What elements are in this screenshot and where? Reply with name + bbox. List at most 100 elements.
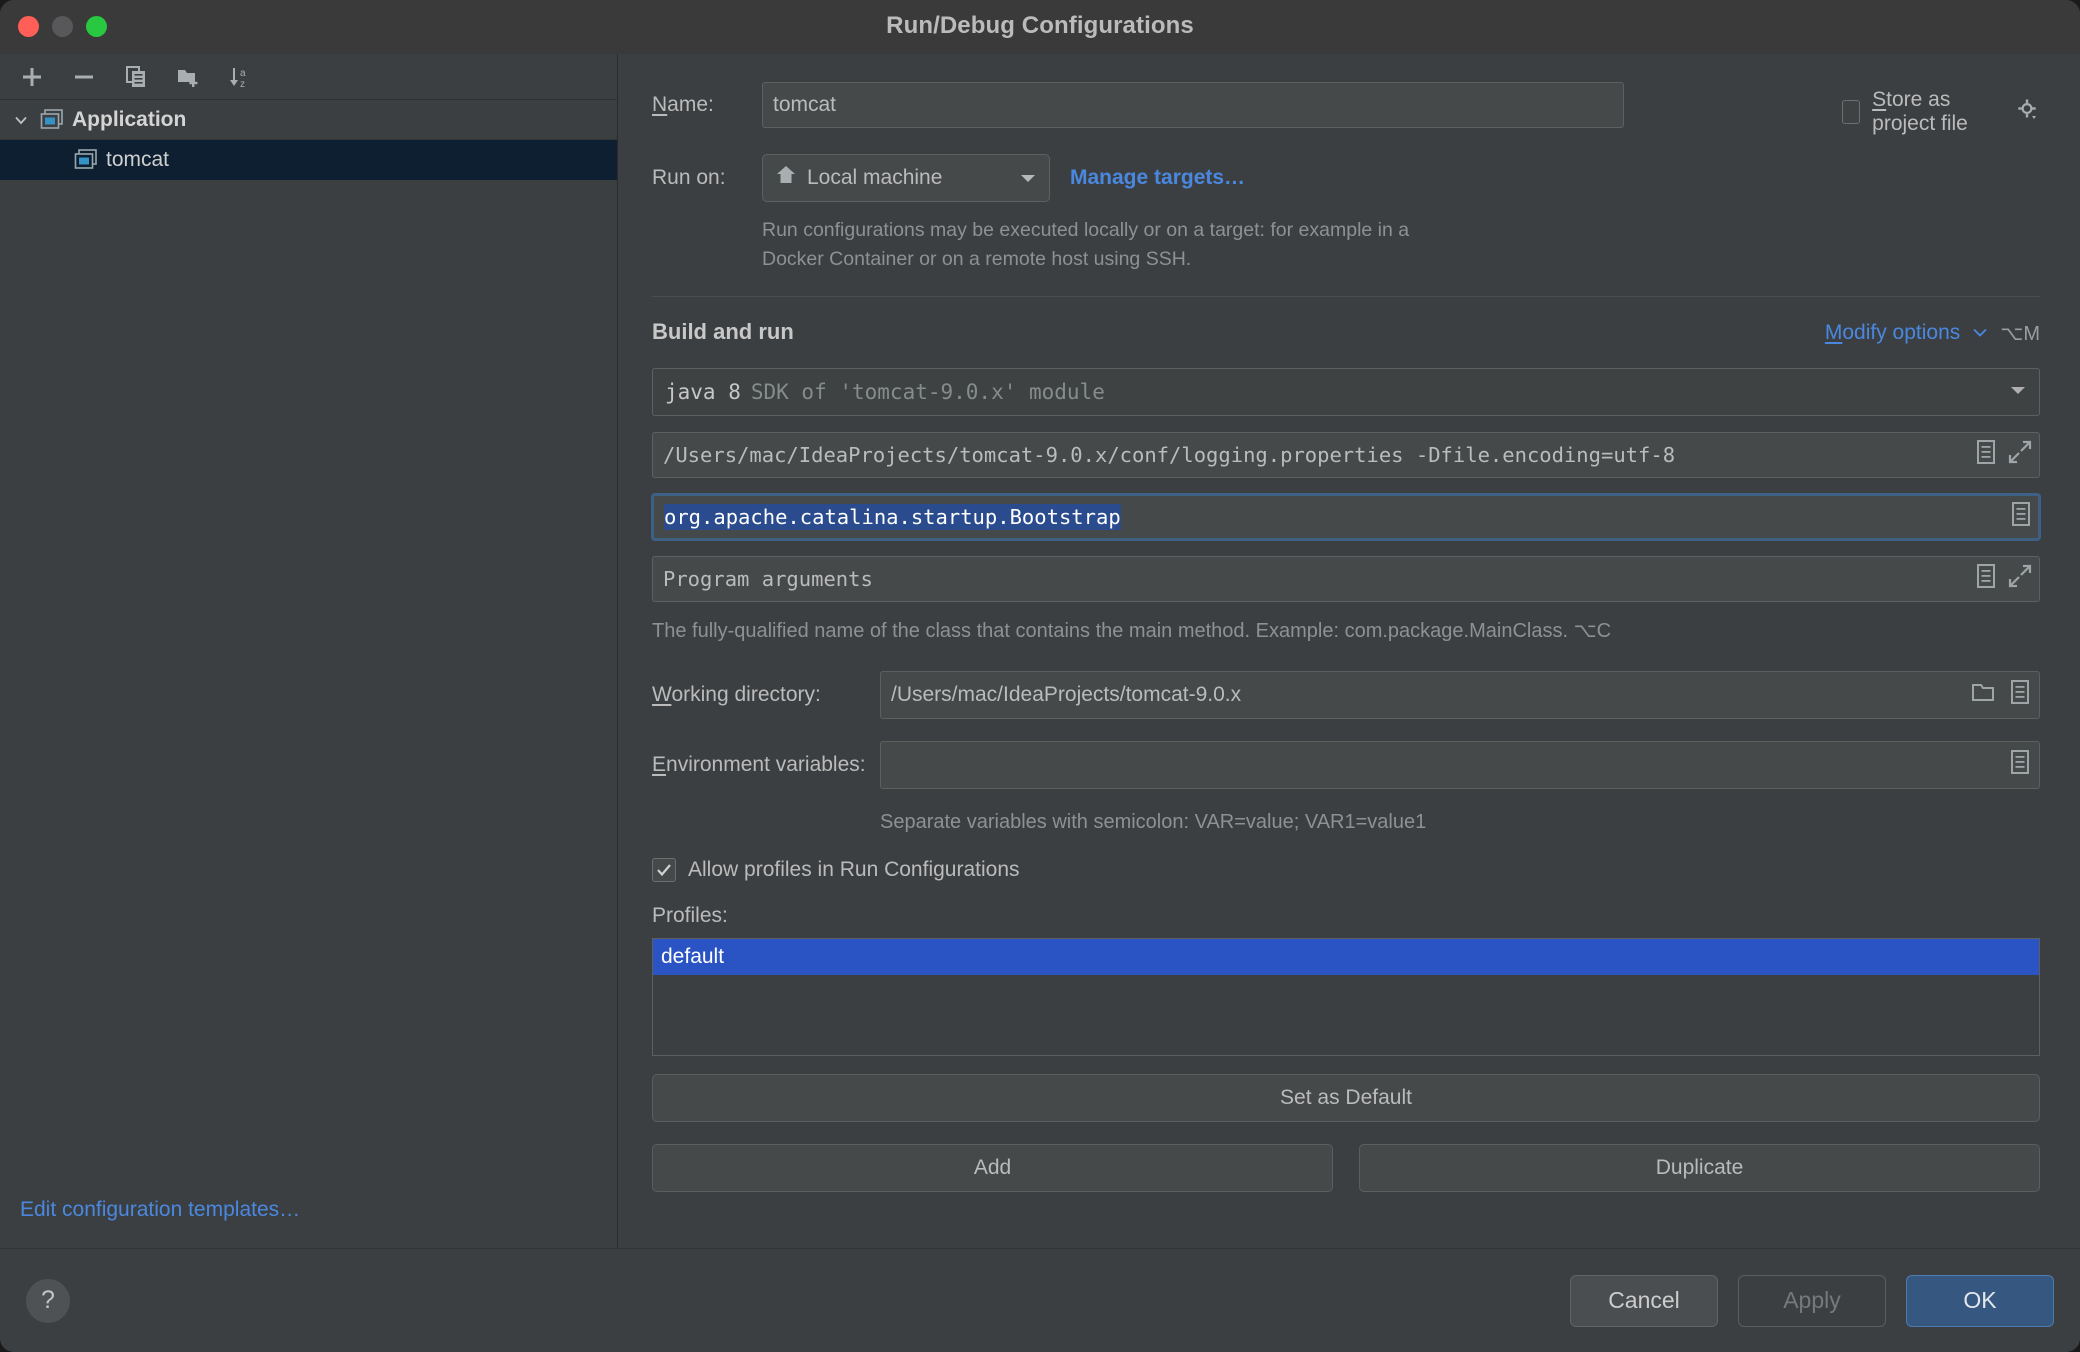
help-button[interactable]: ? [26,1279,70,1323]
browse-folder-icon[interactable] [1971,681,1997,709]
environment-variables-input[interactable] [880,741,2040,789]
dialog-title: Run/Debug Configurations [0,12,2080,40]
allow-profiles-row[interactable]: Allow profiles in Run Configurations [652,858,2040,882]
vm-options-input[interactable]: /Users/mac/IdeaProjects/tomcat-9.0.x/con… [652,432,2040,478]
tree-group-application[interactable]: Application [0,100,617,140]
apply-button[interactable]: Apply [1738,1275,1886,1327]
store-as-project-file-checkbox[interactable] [1842,100,1860,124]
edit-configuration-templates-link[interactable]: Edit configuration templates… [20,1198,300,1221]
run-on-dropdown[interactable]: Local machine [762,154,1050,202]
sdk-secondary-label: SDK of 'tomcat-9.0.x' module [751,380,1105,404]
main-class-hint: The fully-qualified name of the class th… [652,618,2040,643]
allow-profiles-checkbox[interactable] [652,858,676,882]
edit-env-vars-icon[interactable] [2009,749,2031,781]
program-arguments-placeholder: Program arguments [663,567,873,591]
section-divider [652,296,2040,297]
run-on-value: Local machine [807,166,942,190]
chevron-down-icon [2009,383,2027,400]
copy-configuration-button[interactable] [112,57,160,97]
cancel-label: Cancel [1608,1287,1680,1314]
working-directory-label: Working directory: [652,683,880,707]
sort-configurations-button[interactable]: a z [216,57,264,97]
duplicate-profile-label: Duplicate [1656,1156,1744,1180]
profile-label: default [661,945,724,969]
program-arguments-input[interactable]: Program arguments [652,556,2040,602]
browse-class-icon[interactable] [2010,501,2032,532]
copy-icon [123,64,149,90]
build-and-run-title: Build and run [652,319,794,345]
profiles-label: Profiles: [652,904,2040,928]
dialog-footer: ? Cancel Apply OK [0,1248,2080,1352]
environment-variables-hint: Separate variables with semicolon: VAR=v… [880,811,2040,834]
profiles-list[interactable]: default [652,938,2040,1056]
name-row: Name: tomcat Store as project file [652,82,2040,128]
new-folder-button[interactable] [164,57,212,97]
title-bar: Run/Debug Configurations [0,0,2080,54]
working-directory-input[interactable]: /Users/mac/IdeaProjects/tomcat-9.0.x [880,671,2040,719]
vm-options-value: /Users/mac/IdeaProjects/tomcat-9.0.x/con… [663,443,1675,467]
chevron-down-icon [1019,166,1037,190]
svg-text:z: z [240,79,245,90]
add-profile-button[interactable]: Add [652,1144,1333,1192]
application-icon [40,109,64,131]
build-and-run-header: Build and run Modify options ⌥M [652,319,2040,346]
modify-options-link[interactable]: Modify options [1825,321,1960,345]
add-profile-label: Add [974,1156,1011,1180]
environment-variables-row: Environment variables: [652,741,2040,789]
cancel-button[interactable]: Cancel [1570,1275,1718,1327]
expand-editor-icon[interactable] [2007,563,2033,594]
sidebar-toolbar: a z [0,54,617,100]
profile-action-buttons: Add Duplicate [652,1144,2040,1192]
expand-editor-icon[interactable] [2007,439,2033,470]
run-on-row: Run on: Local machine Manage targets… [652,154,2040,202]
configuration-editor-panel: Name: tomcat Store as project file [618,54,2080,1248]
macro-list-icon[interactable] [1975,563,1997,594]
home-icon [775,164,797,192]
plus-icon [19,64,45,90]
profile-list-item[interactable]: default [653,939,2039,975]
chevron-down-icon[interactable] [1971,323,1989,343]
modify-options-shortcut: ⌥M [2000,321,2040,346]
tree-group-label: Application [72,108,186,132]
store-as-project-file-row[interactable]: Store as project file [1842,88,2040,136]
run-on-label: Run on: [652,166,752,190]
sdk-primary-label: java 8 [665,380,741,404]
name-input-value: tomcat [773,93,836,117]
chevron-down-icon[interactable] [10,111,32,129]
name-input[interactable]: tomcat [762,82,1624,128]
apply-label: Apply [1783,1287,1841,1314]
folder-add-icon [175,64,201,90]
macro-list-icon[interactable] [2009,679,2031,711]
question-mark-icon: ? [41,1286,55,1315]
name-label: Name: [652,93,752,117]
application-icon [74,149,98,171]
svg-text:a: a [240,68,246,79]
gear-icon[interactable] [2016,98,2040,127]
minus-icon [71,64,97,90]
sort-az-icon: a z [227,64,253,90]
set-as-default-label: Set as Default [1280,1086,1412,1110]
duplicate-profile-button[interactable]: Duplicate [1359,1144,2040,1192]
working-directory-row: Working directory: /Users/mac/IdeaProjec… [652,671,2040,719]
main-class-value: org.apache.catalina.startup.Bootstrap [664,504,1121,530]
dialog-body: a z Ap [0,54,2080,1248]
configurations-tree: Application tomcat [0,100,617,1198]
main-class-input[interactable]: org.apache.catalina.startup.Bootstrap [652,494,2040,540]
manage-targets-link[interactable]: Manage targets… [1070,166,1245,190]
ok-button[interactable]: OK [1906,1275,2054,1327]
environment-variables-label: Environment variables: [652,753,880,777]
tree-item-label: tomcat [106,148,169,172]
working-directory-value: /Users/mac/IdeaProjects/tomcat-9.0.x [891,683,1241,707]
run-on-hint: Run configurations may be executed local… [762,216,1442,274]
sidebar-footer: Edit configuration templates… [0,1198,617,1248]
jre-module-dropdown[interactable]: java 8 SDK of 'tomcat-9.0.x' module [652,368,2040,416]
configurations-sidebar: a z Ap [0,54,618,1248]
run-debug-configurations-dialog: Run/Debug Configurations [0,0,2080,1352]
remove-configuration-button[interactable] [60,57,108,97]
ok-label: OK [1963,1287,1996,1314]
add-configuration-button[interactable] [8,57,56,97]
allow-profiles-label: Allow profiles in Run Configurations [688,858,1020,882]
tree-item-tomcat[interactable]: tomcat [0,140,617,180]
macro-list-icon[interactable] [1975,439,1997,470]
set-as-default-button[interactable]: Set as Default [652,1074,2040,1122]
